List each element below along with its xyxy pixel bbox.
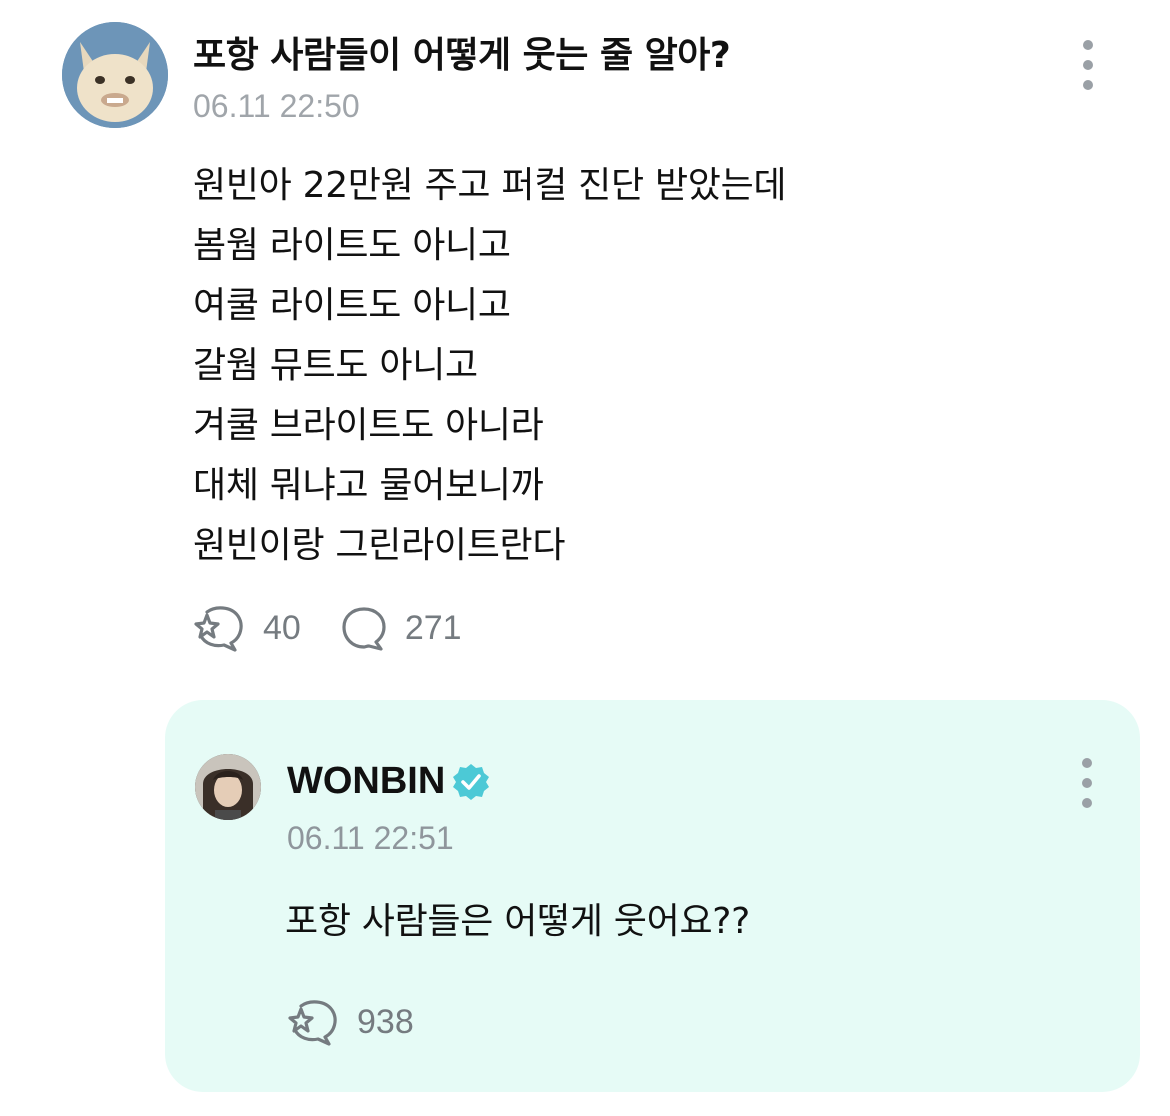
- post-body-line: 원빈이랑 그린라이트란다: [193, 525, 566, 566]
- reply-like-button[interactable]: 938: [287, 998, 414, 1046]
- post-comment-button[interactable]: 271: [341, 604, 462, 652]
- reply-author-name[interactable]: WONBIN: [287, 760, 491, 803]
- post-body-line: 대체 뭐냐고 물어보니까: [193, 465, 544, 506]
- post-body-line: 여쿨 라이트도 아니고: [193, 285, 511, 326]
- post-author-avatar[interactable]: [62, 22, 168, 128]
- reply-stats: 938: [287, 998, 414, 1046]
- post-body: 원빈아 22만원 주고 퍼컬 진단 받았는데 봄웜 라이트도 아니고 여쿨 라이…: [193, 156, 787, 576]
- reply-author-label: WONBIN: [287, 760, 446, 802]
- more-vertical-icon[interactable]: [1077, 758, 1097, 814]
- post-comment-count: 271: [404, 608, 462, 647]
- original-post: 포항 사람들이 어떻게 웃는 줄 알아? 06.11 22:50 원빈아 22만…: [0, 0, 1170, 680]
- post-like-count: 40: [263, 608, 301, 647]
- reply-body: 포항 사람들은 어떻게 웃어요??: [285, 901, 750, 942]
- sparkle-bubble-icon: [288, 1000, 337, 1046]
- reply-like-count: 938: [357, 1002, 414, 1041]
- verified-badge-icon: [453, 763, 490, 800]
- post-body-line: 갈웜 뮤트도 아니고: [193, 345, 478, 386]
- more-vertical-icon[interactable]: [1078, 40, 1098, 96]
- post-body-line: 봄웜 라이트도 아니고: [193, 225, 511, 266]
- post-body-line: 원빈아 22만원 주고 퍼컬 진단 받았는데: [193, 165, 787, 206]
- post-like-button[interactable]: 40: [193, 604, 301, 652]
- post-body-line: 겨쿨 브라이트도 아니라: [193, 405, 544, 446]
- sparkle-bubble-icon: [194, 606, 243, 652]
- reply-timestamp: 06.11 22:51: [287, 820, 454, 856]
- reply-author-avatar[interactable]: [195, 754, 261, 820]
- post-timestamp: 06.11 22:50: [193, 88, 360, 124]
- reply-card: WONBIN 06.11 22:51 포항 사람들은 어떻게 웃어요?? 938: [165, 700, 1140, 1092]
- post-stats: 40 271: [193, 604, 462, 652]
- post-title: 포항 사람들이 어떻게 웃는 줄 알아?: [193, 35, 731, 76]
- speech-bubble-icon: [342, 607, 386, 651]
